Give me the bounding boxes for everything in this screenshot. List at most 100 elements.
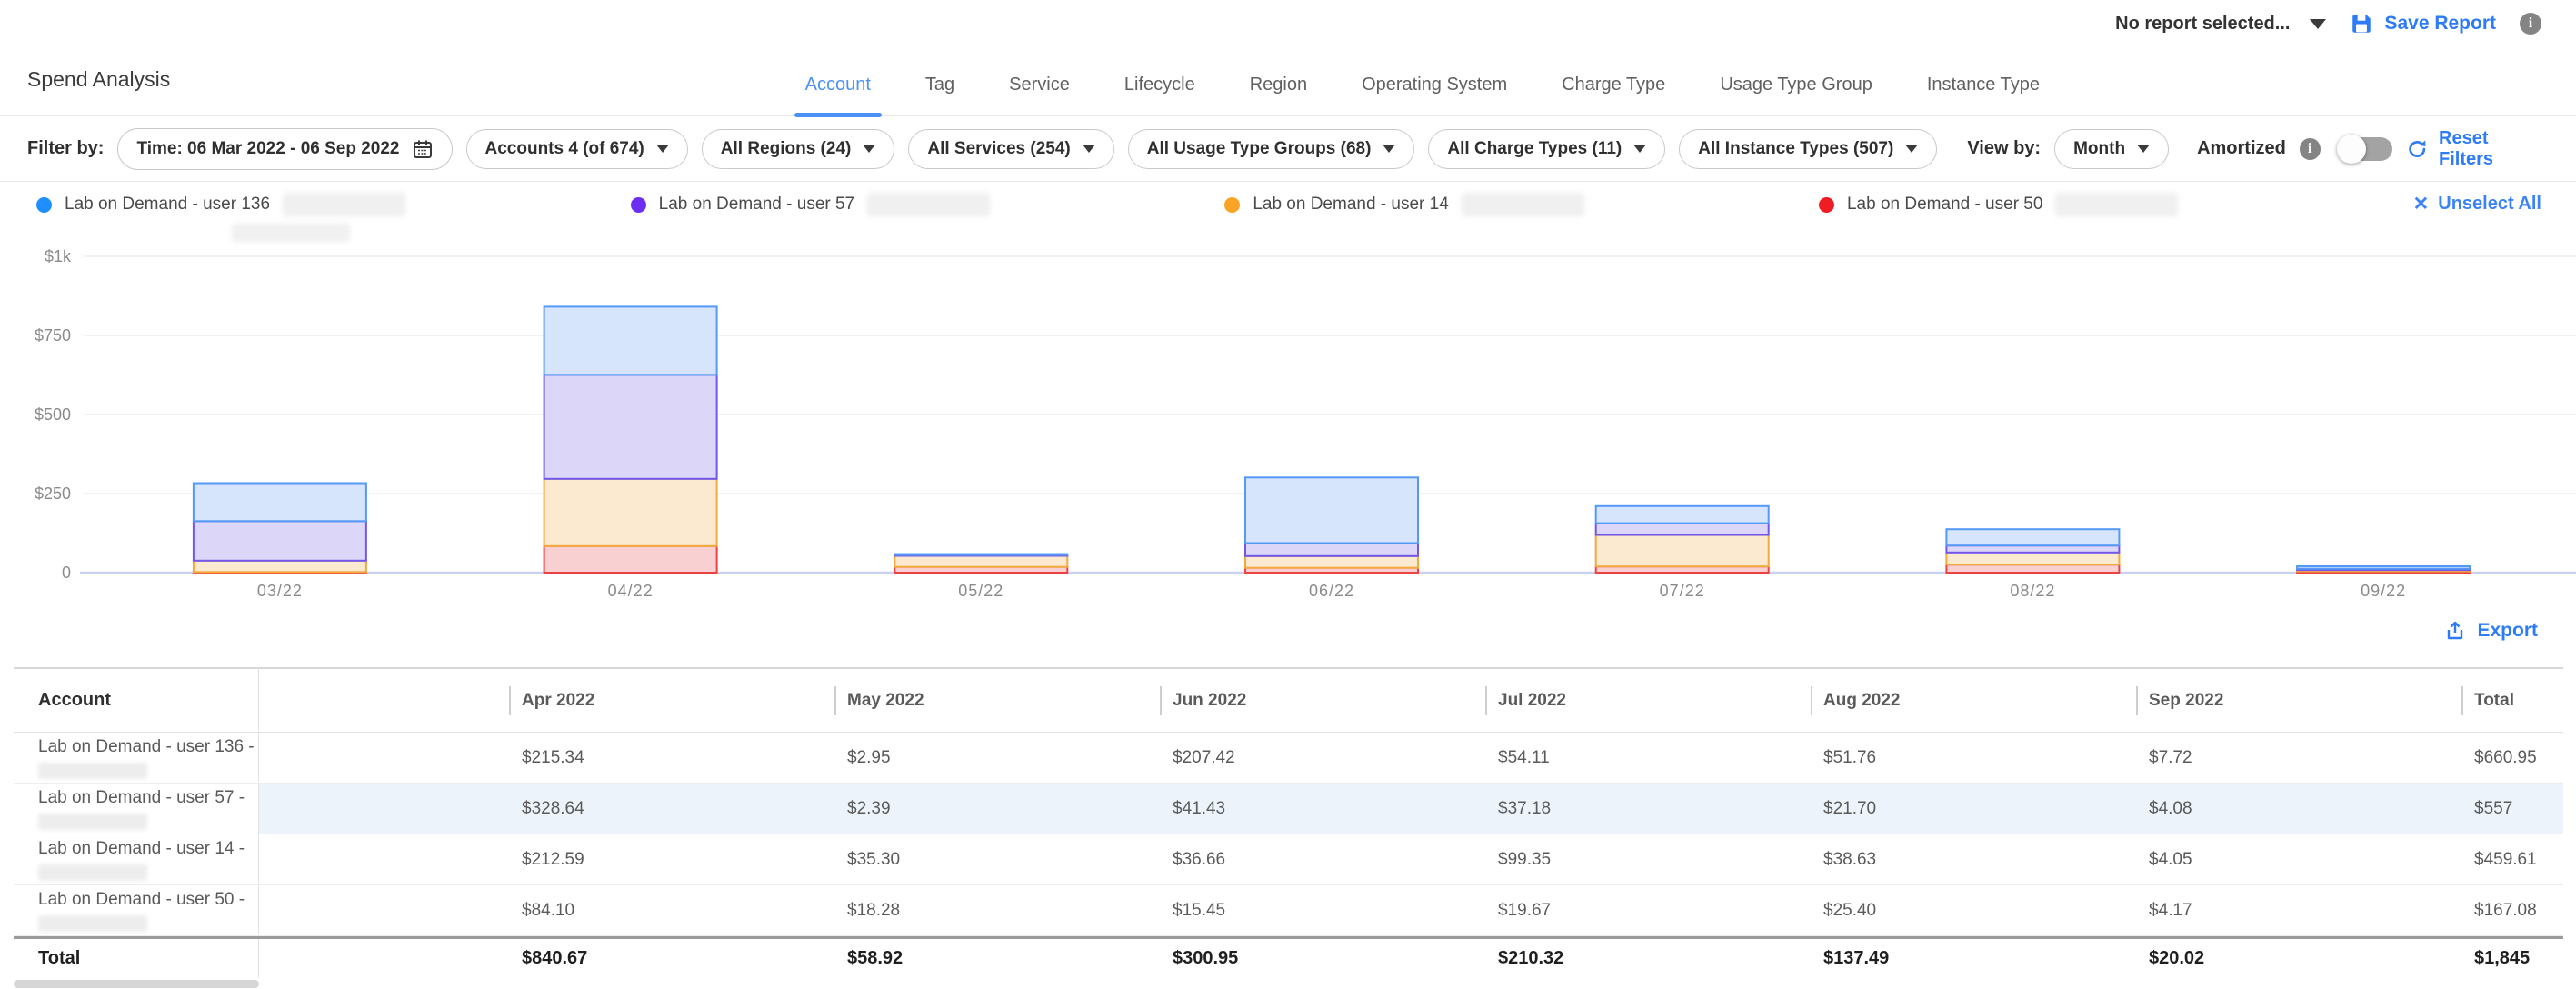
scrollbar-thumb[interactable]	[14, 980, 259, 988]
header-row: Spend Analysis Account Tag Service Lifec…	[0, 38, 2576, 116]
report-selector-label: No report selected...	[2115, 14, 2290, 35]
tab-bar: Account Tag Service Lifecycle Region Ope…	[778, 75, 2067, 115]
total-value: $840.67	[509, 939, 834, 978]
accounts-filter[interactable]: Accounts 4 (of 674)	[466, 129, 688, 169]
svg-text:$1k: $1k	[45, 247, 72, 265]
column-header-account: Account	[14, 669, 259, 732]
cell-value: $557	[2461, 784, 2563, 834]
column-gutter	[259, 669, 509, 732]
total-value: $210.32	[1485, 939, 1811, 978]
instance-types-filter[interactable]: All Instance Types (507)	[1679, 129, 1937, 169]
unselect-all-button[interactable]: ✕ Unselect All	[2413, 193, 2541, 215]
table-row[interactable]: Lab on Demand - user 50 - $84.10 $18.28 …	[14, 885, 2563, 936]
usage-type-groups-filter[interactable]: All Usage Type Groups (68)	[1128, 129, 1415, 169]
column-header-aug: Aug 2022	[1811, 669, 2136, 732]
chevron-down-icon	[1633, 145, 1646, 153]
calendar-icon	[412, 138, 434, 160]
table-row[interactable]: Lab on Demand - user 136 - $215.34 $2.95…	[14, 733, 2563, 784]
cell-value: $54.11	[1485, 733, 1811, 783]
close-icon: ✕	[2413, 193, 2430, 215]
cell-value: $18.28	[834, 885, 1160, 935]
redacted-account-id	[283, 193, 405, 216]
chevron-down-icon	[656, 145, 669, 153]
legend-item-user-136[interactable]: Lab on Demand - user 136	[36, 193, 631, 242]
info-icon[interactable]: i	[2300, 138, 2321, 160]
cell-value: $167.08	[2461, 885, 2563, 935]
legend-dot-blue	[36, 197, 52, 213]
total-label: Total	[38, 948, 80, 969]
legend-item-user-50[interactable]: Lab on Demand - user 50	[1819, 193, 2413, 216]
chevron-down-icon	[2137, 145, 2150, 153]
svg-text:08/22: 08/22	[2010, 582, 2055, 598]
time-range-filter[interactable]: Time: 06 Mar 2022 - 06 Sep 2022	[117, 128, 452, 170]
legend-item-user-14[interactable]: Lab on Demand - user 14	[1224, 193, 1819, 216]
toggle-knob	[2337, 135, 2366, 164]
chevron-down-icon	[1383, 145, 1395, 153]
redacted-account-id	[867, 193, 990, 216]
column-header-jun: Jun 2022	[1160, 669, 1485, 732]
cell-value: $37.18	[1485, 784, 1811, 834]
services-filter[interactable]: All Services (254)	[908, 129, 1113, 169]
spend-table: Account Apr 2022 May 2022 Jun 2022 Jul 2…	[14, 667, 2563, 978]
refresh-icon	[2406, 137, 2428, 161]
column-header-jul: Jul 2022	[1485, 669, 1811, 732]
legend-item-user-57[interactable]: Lab on Demand - user 57	[631, 193, 1225, 216]
chevron-down-icon	[1905, 145, 1918, 153]
cell-value: $2.95	[834, 733, 1160, 783]
tab-instance-type[interactable]: Instance Type	[1900, 75, 2067, 115]
legend-dot-red	[1819, 197, 1834, 213]
cell-value: $36.66	[1160, 834, 1485, 884]
tab-account[interactable]: Account	[778, 75, 898, 115]
unselect-all-label: Unselect All	[2438, 194, 2541, 215]
table-header-row: Account Apr 2022 May 2022 Jun 2022 Jul 2…	[14, 667, 2563, 733]
svg-text:$500: $500	[35, 405, 71, 424]
tab-operating-system[interactable]: Operating System	[1334, 75, 1534, 115]
horizontal-scrollbar[interactable]	[14, 980, 2576, 989]
redacted-account-id	[38, 814, 147, 830]
column-header-apr: Apr 2022	[509, 669, 834, 732]
cell-value: $51.76	[1811, 733, 2136, 783]
tab-service[interactable]: Service	[982, 75, 1097, 115]
cell-value: $207.42	[1160, 733, 1485, 783]
total-value: $300.95	[1160, 939, 1485, 978]
cell-value: $212.59	[509, 834, 834, 884]
amortized-toggle[interactable]	[2340, 137, 2392, 161]
redacted-account-id	[38, 864, 147, 881]
tab-charge-type[interactable]: Charge Type	[1534, 75, 1692, 115]
info-icon[interactable]: i	[2520, 13, 2541, 35]
account-name: Lab on Demand - user 50 -	[38, 890, 245, 910]
tab-tag[interactable]: Tag	[898, 75, 982, 115]
account-name: Lab on Demand - user 14 -	[38, 839, 245, 859]
total-value: $137.49	[1811, 939, 2136, 978]
svg-text:05/22: 05/22	[958, 582, 1003, 598]
tab-usage-type-group[interactable]: Usage Type Group	[1692, 75, 1900, 115]
svg-text:04/22: 04/22	[608, 582, 654, 598]
regions-filter[interactable]: All Regions (24)	[702, 129, 895, 169]
table-row[interactable]: Lab on Demand - user 57 - $328.64 $2.39 …	[14, 784, 2563, 834]
cell-value: $99.35	[1485, 834, 1811, 884]
chart-legend: Lab on Demand - user 136 Lab on Demand -…	[0, 182, 2576, 242]
reset-filters-button[interactable]: Reset Filters	[2406, 128, 2541, 170]
time-range-label: Time: 06 Mar 2022 - 06 Sep 2022	[136, 139, 399, 159]
page-title: Spend Analysis	[0, 67, 170, 115]
account-name: Lab on Demand - user 136 -	[38, 737, 255, 757]
table-row[interactable]: Lab on Demand - user 14 - $212.59 $35.30…	[14, 834, 2563, 885]
tab-region[interactable]: Region	[1223, 75, 1334, 115]
charge-types-filter[interactable]: All Charge Types (11)	[1428, 129, 1665, 169]
export-button[interactable]: Export	[2444, 620, 2538, 642]
spend-chart[interactable]: $1k$750$500$250003/2204/2205/2206/2207/2…	[0, 242, 2576, 598]
redacted-account-id	[1462, 193, 1584, 216]
table-total-row: Total $840.67 $58.92 $300.95 $210.32 $13…	[14, 936, 2563, 978]
report-selector[interactable]: No report selected...	[2115, 14, 2326, 35]
view-by-select[interactable]: Month	[2054, 129, 2169, 169]
export-icon	[2444, 620, 2466, 642]
cell-value: $25.40	[1811, 885, 2136, 935]
save-report-button[interactable]: Save Report	[2350, 12, 2496, 35]
tab-lifecycle[interactable]: Lifecycle	[1097, 75, 1223, 115]
cell-value: $35.30	[834, 834, 1160, 884]
view-by-label: View by:	[1967, 138, 2041, 159]
column-header-sep: Sep 2022	[2136, 669, 2461, 732]
cell-value: $15.45	[1160, 885, 1485, 935]
export-row: Export	[0, 611, 2576, 651]
cell-value: $4.08	[2136, 784, 2461, 834]
